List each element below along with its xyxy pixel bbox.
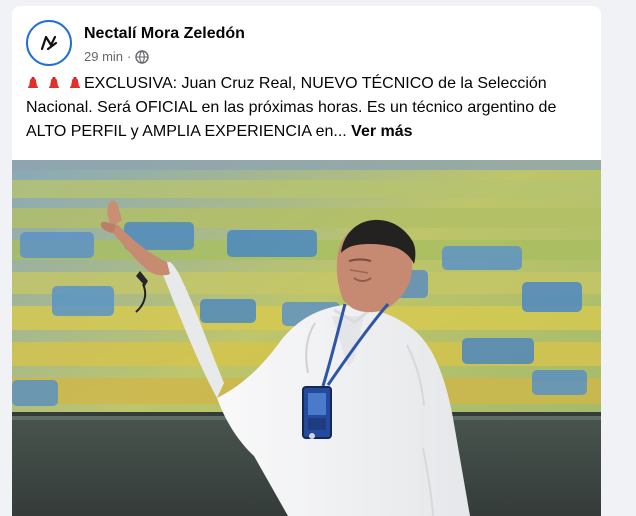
post-card: Nectalí Mora Zeledón 29 min · EXCLUSIVA:… <box>12 6 601 516</box>
globe-icon[interactable] <box>135 50 150 64</box>
author-avatar[interactable] <box>26 20 72 66</box>
post-image[interactable] <box>12 160 601 516</box>
siren-group <box>26 76 82 90</box>
red-siren-icon <box>28 77 38 88</box>
see-more-link[interactable]: Ver más <box>351 123 412 140</box>
author-block: Nectalí Mora Zeledón 29 min · <box>84 24 245 65</box>
coach-photo <box>12 160 601 516</box>
red-siren-icon <box>70 77 80 88</box>
post-meta: 29 min · <box>84 49 245 65</box>
post-header: Nectalí Mora Zeledón 29 min · <box>26 20 587 70</box>
post-text: EXCLUSIVA: Juan Cruz Real, NUEVO TÉCNICO… <box>26 72 591 144</box>
post-body-text: EXCLUSIVA: Juan Cruz Real, NUEVO TÉCNICO… <box>26 75 557 140</box>
red-siren-icon <box>49 77 59 88</box>
meta-separator: · <box>127 49 132 64</box>
avatar-logo-icon <box>40 35 58 51</box>
post-timestamp[interactable]: 29 min <box>84 49 123 65</box>
author-name[interactable]: Nectalí Mora Zeledón <box>84 24 245 44</box>
